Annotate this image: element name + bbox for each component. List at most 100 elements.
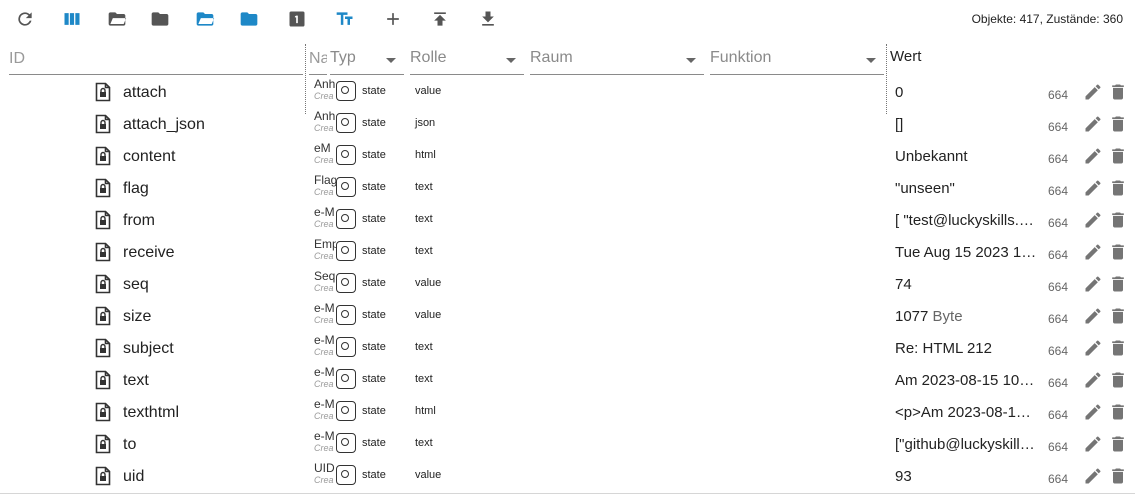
table-row[interactable]: attach Anh Crea state value 0 664 xyxy=(0,76,1135,108)
delete-icon[interactable] xyxy=(1108,338,1128,358)
edit-icon[interactable] xyxy=(1083,338,1103,358)
locked-file-icon xyxy=(95,370,111,390)
table-row[interactable]: to e-M Crea state text ["github@luckyskills.d… xyxy=(0,428,1135,460)
object-value[interactable]: [ "test@luckyskills.de" xyxy=(895,212,1038,229)
object-type: state xyxy=(362,149,386,161)
columns-icon[interactable] xyxy=(59,6,85,32)
delete-icon[interactable] xyxy=(1108,306,1128,326)
table-row[interactable]: seq Seq Crea state value 74 664 xyxy=(0,268,1135,300)
object-acl: 664 xyxy=(1048,88,1069,102)
object-value[interactable]: 93 xyxy=(895,468,1038,485)
table-row[interactable]: size e-M Crea state value 1077 Byte 664 xyxy=(0,300,1135,332)
object-acl: 664 xyxy=(1048,440,1069,454)
object-id: texthtml xyxy=(123,404,180,421)
object-value[interactable]: "unseen" xyxy=(895,180,1038,197)
folder-open-blue-icon[interactable] xyxy=(192,6,218,32)
chevron-down-icon xyxy=(866,58,876,63)
object-name-cell: eM Crea xyxy=(314,142,336,166)
delete-icon[interactable] xyxy=(1108,178,1128,198)
folder-open-icon[interactable] xyxy=(104,6,130,32)
edit-icon[interactable] xyxy=(1083,242,1103,262)
locked-file-icon xyxy=(95,178,111,198)
edit-icon[interactable] xyxy=(1083,434,1103,454)
object-acl: 664 xyxy=(1048,344,1069,358)
object-value[interactable]: 1077 Byte xyxy=(895,308,1038,325)
object-value[interactable]: Re: HTML 212 xyxy=(895,340,1038,357)
table-row[interactable]: receive Emp Crea state text Tue Aug 15 2023 1… xyxy=(0,236,1135,268)
object-value-text: Tue Aug 15 2023 10:00:00 xyxy=(895,244,1038,261)
object-role: value xyxy=(415,469,442,481)
table-row[interactable]: from e-M Crea state text [ "test@luckyskills.… xyxy=(0,204,1135,236)
typ-select[interactable]: Typ xyxy=(330,46,404,75)
download-icon[interactable] xyxy=(475,6,501,32)
object-acl: 664 xyxy=(1048,312,1069,326)
folder-icon[interactable] xyxy=(147,6,173,32)
funktion-select[interactable]: Funktion xyxy=(710,46,884,75)
id-filter[interactable] xyxy=(9,46,303,75)
object-value[interactable]: <p>Am 2023-08-15 10:00 xyxy=(895,404,1038,421)
upload-icon[interactable] xyxy=(427,6,453,32)
raum-select[interactable]: Raum xyxy=(530,46,704,75)
text-format-icon[interactable] xyxy=(332,6,358,32)
edit-icon[interactable] xyxy=(1083,114,1103,134)
edit-icon[interactable] xyxy=(1083,82,1103,102)
object-value[interactable]: Unbekannt xyxy=(895,148,1038,165)
toolbar: Objekte: 417, Zustände: 360 xyxy=(0,0,1135,38)
edit-icon[interactable] xyxy=(1083,402,1103,422)
edit-icon[interactable] xyxy=(1083,370,1103,390)
add-icon[interactable] xyxy=(380,6,406,32)
edit-icon[interactable] xyxy=(1083,306,1103,326)
table-row[interactable]: flag Flag Crea state text "unseen" 664 xyxy=(0,172,1135,204)
name-filter-input[interactable] xyxy=(309,46,327,72)
object-value[interactable]: 74 xyxy=(895,276,1038,293)
object-value-text: ["github@luckyskills.de" xyxy=(895,436,1038,453)
table-row[interactable]: uid UID Crea state value 93 664 xyxy=(0,460,1135,492)
delete-icon[interactable] xyxy=(1108,146,1128,166)
object-acl: 664 xyxy=(1048,280,1069,294)
state-type-icon xyxy=(336,369,356,389)
object-value[interactable]: Am 2023-08-15 10:00 xyxy=(895,372,1038,389)
delete-icon[interactable] xyxy=(1108,434,1128,454)
table-row[interactable]: content eM Crea state html Unbekannt 664 xyxy=(0,140,1135,172)
edit-icon[interactable] xyxy=(1083,274,1103,294)
table-row[interactable]: text e-M Crea state text Am 2023-08-15 10:00 6… xyxy=(0,364,1135,396)
object-acl: 664 xyxy=(1048,472,1069,486)
table-row[interactable]: attach_json Anh Crea state json [] 664 xyxy=(0,108,1135,140)
object-acl: 664 xyxy=(1048,152,1069,166)
delete-icon[interactable] xyxy=(1108,370,1128,390)
object-value[interactable]: ["github@luckyskills.de" xyxy=(895,436,1038,453)
delete-icon[interactable] xyxy=(1108,466,1128,486)
object-value[interactable]: [] xyxy=(895,116,1038,133)
edit-icon[interactable] xyxy=(1083,210,1103,230)
table-row[interactable]: subject e-M Crea state text Re: HTML 212 664 xyxy=(0,332,1135,364)
rolle-select[interactable]: Rolle xyxy=(410,46,524,75)
delete-icon[interactable] xyxy=(1108,210,1128,230)
object-id: receive xyxy=(123,244,175,261)
delete-icon[interactable] xyxy=(1108,402,1128,422)
state-type-icon xyxy=(336,465,356,485)
refresh-icon[interactable] xyxy=(12,6,38,32)
state-type-icon xyxy=(336,113,356,133)
object-value[interactable]: Tue Aug 15 2023 10:00:00 xyxy=(895,244,1038,261)
locked-file-icon xyxy=(95,466,111,486)
object-name-cell: e-M Crea xyxy=(314,206,336,230)
edit-icon[interactable] xyxy=(1083,178,1103,198)
delete-icon[interactable] xyxy=(1108,114,1128,134)
delete-icon[interactable] xyxy=(1108,274,1128,294)
number-one-icon[interactable] xyxy=(284,6,310,32)
object-id: flag xyxy=(123,180,149,197)
object-value-text: Re: HTML 212 xyxy=(895,340,992,357)
edit-icon[interactable] xyxy=(1083,466,1103,486)
object-value[interactable]: 0 xyxy=(895,84,1038,101)
id-filter-input[interactable] xyxy=(9,46,303,72)
object-role: value xyxy=(415,85,442,97)
table-row[interactable]: texthtml e-M Crea state html <p>Am 2023-08-15… xyxy=(0,396,1135,428)
folder-blue-icon[interactable] xyxy=(236,6,262,32)
object-id: subject xyxy=(123,340,174,357)
object-created: Crea xyxy=(314,91,334,101)
object-type: state xyxy=(362,373,386,385)
edit-icon[interactable] xyxy=(1083,146,1103,166)
name-filter[interactable] xyxy=(309,46,327,75)
delete-icon[interactable] xyxy=(1108,82,1128,102)
delete-icon[interactable] xyxy=(1108,242,1128,262)
